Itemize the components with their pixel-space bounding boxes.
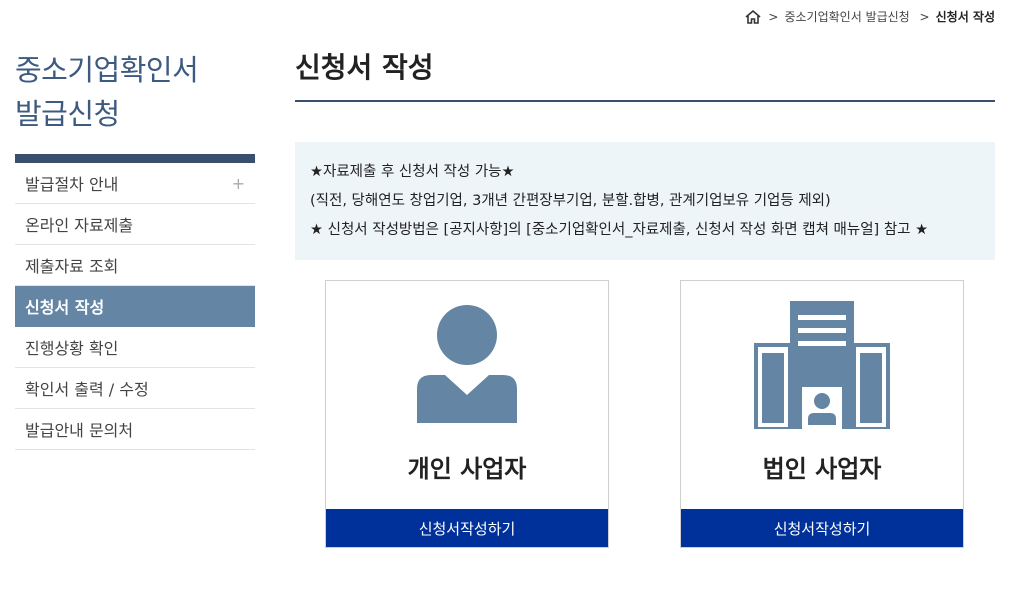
notice-line-3: ★ 신청서 작성방법은 [공지사항]의 [중소기업확인서_자료제출, 신청서 작… [310,222,929,238]
sidebar-title-line1: 중소기업확인서 [15,53,199,87]
sidebar-item-label: 발급안내 문의처 [25,421,134,440]
sidebar-item-submitted-lookup[interactable]: 제출자료 조회 [15,245,255,286]
sidebar-item-progress[interactable]: 진행상황 확인 [15,327,255,368]
apply-corporate-button[interactable]: 신청서작성하기 [681,509,963,547]
sidebar: 중소기업확인서 발급신청 발급절차 안내 + 온라인 자료제출 제출자료 조회 … [15,48,255,450]
sidebar-item-label: 신청서 작성 [25,298,105,317]
sidebar-item-label: 제출자료 조회 [25,257,119,276]
sidebar-item-label: 발급절차 안내 [25,175,119,194]
sidebar-item-label: 확인서 출력 / 수정 [25,380,149,399]
applicant-type-cards: 개인 사업자 신청서작성하기 법인 사업자 신청서작성하기 [295,280,995,550]
sidebar-title: 중소기업확인서 발급신청 [15,48,255,136]
breadcrumb: > 중소기업확인서 발급신청 > 신청서 작성 [744,8,995,25]
card-corporate[interactable]: 법인 사업자 신청서작성하기 [680,280,964,548]
sidebar-item-contact[interactable]: 발급안내 문의처 [15,409,255,450]
notice-line-1: ★자료제출 후 신청서 작성 가능★ [310,164,515,180]
apply-individual-button[interactable]: 신청서작성하기 [326,509,608,547]
sidebar-item-label: 온라인 자료제출 [25,216,134,235]
breadcrumb-item-current: 신청서 작성 [935,10,995,24]
card-label: 법인 사업자 [762,455,882,483]
sidebar-item-label: 진행상황 확인 [25,339,119,358]
home-icon[interactable] [744,9,762,25]
notice-box: ★자료제출 후 신청서 작성 가능★ (직전, 당해연도 창업기업, 3개년 간… [295,142,995,260]
notice-line-2: (직전, 당해연도 창업기업, 3개년 간편장부기업, 분할.합병, 관계기업보… [310,193,831,209]
breadcrumb-separator: > [915,9,930,24]
sidebar-item-online-submit[interactable]: 온라인 자료제출 [15,204,255,245]
plus-icon[interactable]: + [232,174,245,193]
sidebar-divider [15,154,255,163]
page-title: 신청서 작성 [295,48,995,102]
breadcrumb-separator: > [768,9,779,24]
person-icon [326,301,608,431]
card-label: 개인 사업자 [407,455,527,483]
building-icon [681,301,963,431]
sidebar-item-application-write[interactable]: 신청서 작성 [15,286,255,327]
main-content: 신청서 작성 ★자료제출 후 신청서 작성 가능★ (직전, 당해연도 창업기업… [295,48,995,550]
sidebar-title-line2: 발급신청 [15,97,120,131]
sidebar-menu: 발급절차 안내 + 온라인 자료제출 제출자료 조회 신청서 작성 진행상황 확… [15,163,255,450]
breadcrumb-item-application[interactable]: 중소기업확인서 발급신청 [784,8,909,25]
card-individual[interactable]: 개인 사업자 신청서작성하기 [325,280,609,548]
sidebar-item-procedure[interactable]: 발급절차 안내 + [15,163,255,204]
sidebar-item-print-edit[interactable]: 확인서 출력 / 수정 [15,368,255,409]
